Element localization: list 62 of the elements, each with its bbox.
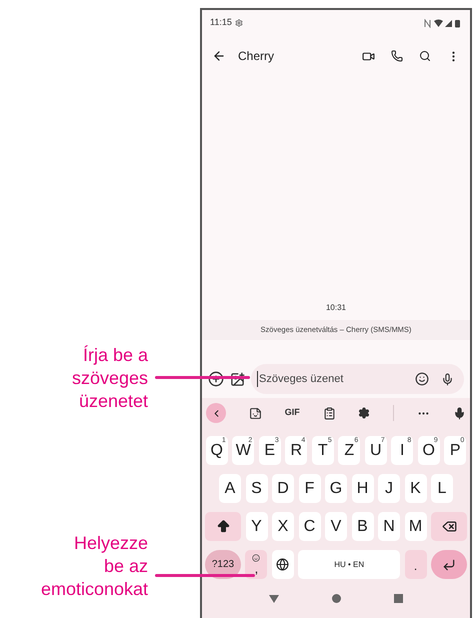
home-nav-button[interactable] bbox=[332, 594, 341, 603]
status-icons-drawing bbox=[424, 18, 462, 28]
collapse-button[interactable] bbox=[206, 403, 226, 423]
language-key[interactable] bbox=[272, 550, 294, 579]
key[interactable]: N bbox=[378, 512, 400, 541]
callout-label: Írja be a szöveges üzenetet bbox=[70, 344, 148, 413]
key[interactable]: V bbox=[325, 512, 347, 541]
search-button[interactable] bbox=[419, 50, 431, 62]
microphone-icon bbox=[452, 406, 466, 420]
settings-button[interactable] bbox=[358, 407, 370, 419]
emoji-icon bbox=[252, 554, 260, 562]
key[interactable]: Y bbox=[246, 512, 268, 541]
search-icon bbox=[419, 50, 431, 62]
key[interactable]: D bbox=[272, 474, 294, 503]
contact-name: Cherry bbox=[238, 48, 276, 65]
status-time: 11:15 bbox=[210, 16, 232, 30]
key[interactable]: L bbox=[431, 474, 453, 503]
sticker-button[interactable] bbox=[248, 406, 262, 420]
backspace-icon bbox=[442, 519, 456, 534]
comma-key[interactable]: , bbox=[245, 550, 268, 579]
key[interactable]: C bbox=[298, 512, 320, 541]
message-input-field[interactable]: Szöveges üzenet bbox=[251, 364, 464, 394]
key[interactable]: S bbox=[246, 474, 268, 503]
enter-icon bbox=[442, 558, 456, 572]
square-icon bbox=[394, 594, 404, 603]
key[interactable]: B bbox=[352, 512, 374, 541]
video-camera-icon bbox=[362, 50, 375, 62]
back-arrow-icon bbox=[212, 49, 226, 63]
clipboard-button[interactable] bbox=[322, 406, 336, 420]
gear-icon bbox=[234, 19, 243, 27]
recents-nav-button[interactable] bbox=[394, 594, 404, 603]
globe-icon bbox=[276, 558, 290, 571]
triangle-icon bbox=[268, 594, 279, 602]
video-call-button[interactable] bbox=[362, 50, 375, 62]
back-nav-button[interactable] bbox=[268, 594, 279, 602]
key[interactable]: A bbox=[219, 474, 241, 503]
shift-key[interactable] bbox=[205, 512, 241, 541]
clipboard-icon bbox=[322, 406, 336, 420]
key[interactable]: F bbox=[298, 474, 320, 503]
symbols-key[interactable]: ?123 bbox=[205, 550, 241, 579]
input-placeholder: Szöveges üzenet bbox=[257, 370, 403, 388]
microphone-icon bbox=[441, 372, 454, 386]
settings-icon bbox=[358, 407, 370, 419]
key[interactable]: X bbox=[272, 512, 294, 541]
shift-icon bbox=[216, 519, 230, 534]
key[interactable]: K bbox=[404, 474, 426, 503]
key[interactable]: H bbox=[352, 474, 374, 503]
message-timestamp: 10:31 bbox=[326, 302, 346, 314]
backspace-key[interactable] bbox=[431, 512, 467, 541]
key[interactable]: M bbox=[404, 512, 426, 541]
callout-label: Helyezze be az emoticonokat bbox=[40, 532, 148, 601]
key[interactable]: G bbox=[325, 474, 347, 503]
space-key[interactable]: HU • EN bbox=[298, 550, 400, 579]
sticker-icon bbox=[248, 406, 262, 420]
phone-icon bbox=[391, 50, 403, 62]
smiley-icon bbox=[415, 372, 429, 386]
voice-input-button[interactable] bbox=[452, 406, 466, 420]
key[interactable]: J bbox=[378, 474, 400, 503]
period-key[interactable]: . bbox=[404, 550, 427, 579]
enter-key[interactable] bbox=[431, 550, 467, 579]
call-button[interactable] bbox=[391, 50, 403, 62]
gif-button[interactable]: GIF bbox=[284, 406, 300, 420]
